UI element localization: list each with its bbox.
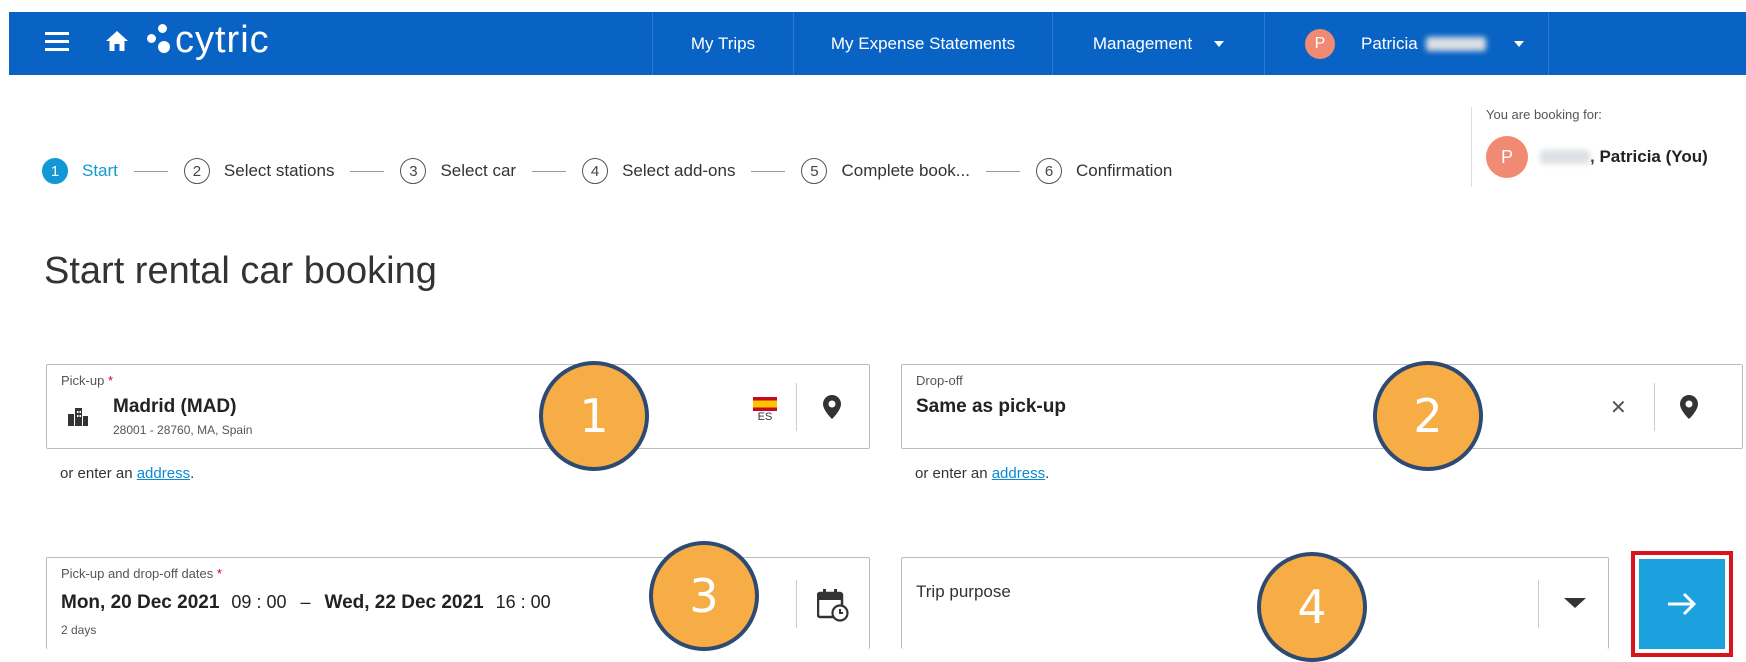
annotation-marker-2: 2 — [1373, 361, 1483, 471]
blurred-surname — [1425, 36, 1486, 51]
step-2-label: Select stations — [223, 161, 335, 180]
step-3-label: Select car — [440, 161, 517, 180]
user-menu-dropdown[interactable]: P Patricia — [1264, 12, 1549, 75]
step-1-number[interactable]: 1 — [42, 158, 68, 184]
chevron-down-icon[interactable] — [1564, 598, 1586, 608]
trip-duration: 2 days — [61, 623, 97, 637]
spain-flag-icon: ES — [753, 397, 777, 423]
top-navigation-bar: cytric My Trips My Expense Statements Ma… — [9, 12, 1746, 75]
step-3-number: 3 — [400, 158, 427, 184]
step-2-number: 2 — [183, 158, 210, 184]
dropoff-address-helper: or enter an address. — [915, 465, 1050, 482]
nav-my-expense-statements[interactable]: My Expense Statements — [793, 12, 1052, 75]
end-time[interactable]: 16 : 00 — [496, 592, 551, 613]
start-time[interactable]: 09 : 00 — [231, 592, 286, 613]
arrow-right-icon — [1668, 592, 1697, 616]
chevron-down-icon — [1513, 40, 1524, 47]
field-divider — [1654, 383, 1655, 431]
step-divider — [751, 170, 786, 172]
booking-for-panel: You are booking for: P , Patricia (You) — [1471, 107, 1708, 187]
step-1-label[interactable]: Start — [82, 161, 118, 181]
blurred-surname — [1540, 150, 1590, 164]
nav-my-trips-label: My Trips — [690, 33, 756, 53]
start-date[interactable]: Mon, 20 Dec 2021 — [61, 592, 219, 614]
end-date[interactable]: Wed, 22 Dec 2021 — [324, 592, 483, 614]
page-title: Start rental car booking — [44, 250, 437, 292]
trip-purpose-select[interactable]: Trip purpose — [901, 557, 1609, 649]
step-divider — [532, 170, 567, 172]
step-4-label: Select add-ons — [622, 161, 736, 180]
booking-stepper: 1 Start 2 Select stations 3 Select car 4… — [42, 156, 1172, 186]
calendar-clock-icon[interactable] — [817, 588, 849, 622]
chevron-down-icon — [1214, 40, 1225, 47]
dropoff-field[interactable]: Drop-off Same as pick-up ✕ — [901, 364, 1743, 449]
traveler-name: , Patricia (You) — [1590, 147, 1708, 166]
cytric-logo[interactable]: cytric — [147, 19, 270, 62]
step-5-label: Complete book... — [841, 161, 970, 180]
dates-label: Pick-up and drop-off dates * — [61, 566, 222, 581]
pickup-location-detail: 28001 - 28760, MA, Spain — [113, 423, 253, 437]
step-4-number: 4 — [582, 158, 609, 184]
clear-icon[interactable]: ✕ — [1610, 395, 1627, 420]
map-pin-icon[interactable] — [1680, 395, 1698, 419]
field-divider — [1538, 580, 1539, 628]
pickup-address-link[interactable]: address — [137, 465, 190, 482]
nav-management-label: Management — [1092, 33, 1193, 53]
step-5-number: 5 — [801, 158, 828, 184]
user-avatar: P — [1305, 28, 1335, 59]
field-divider — [796, 580, 797, 628]
pickup-field[interactable]: Pick-up * Madrid (MAD) 28001 - 28760, MA… — [46, 364, 870, 449]
date-range: Mon, 20 Dec 2021 09 : 00 – Wed, 22 Dec 2… — [61, 592, 551, 614]
pickup-address-helper: or enter an address. — [60, 465, 195, 482]
hamburger-menu-icon[interactable] — [45, 32, 69, 52]
dropoff-label: Drop-off — [916, 373, 963, 388]
dropoff-location-value: Same as pick-up — [916, 396, 1066, 417]
brand-name: cytric — [175, 19, 270, 61]
user-name: Patricia — [1361, 33, 1418, 53]
nav-expense-label: My Expense Statements — [830, 33, 1016, 53]
annotation-marker-3: 3 — [649, 541, 759, 651]
dropoff-address-link[interactable]: address — [992, 465, 1045, 482]
step-divider — [133, 170, 168, 172]
field-divider — [796, 383, 797, 431]
city-icon — [68, 408, 88, 426]
nav-my-trips[interactable]: My Trips — [652, 12, 793, 75]
continue-button[interactable] — [1631, 551, 1733, 657]
cytric-logo-icon — [147, 24, 171, 54]
country-code: ES — [757, 411, 773, 423]
booking-for-traveler[interactable]: P , Patricia (You) — [1486, 136, 1708, 178]
nav-management-dropdown[interactable]: Management — [1052, 12, 1264, 75]
date-dash: – — [300, 592, 311, 612]
step-divider — [350, 170, 385, 172]
pickup-label: Pick-up * — [61, 373, 114, 388]
trip-purpose-placeholder: Trip purpose — [916, 582, 1011, 601]
step-divider — [985, 170, 1020, 172]
step-6-number: 6 — [1035, 158, 1062, 184]
map-pin-icon[interactable] — [823, 395, 841, 419]
booking-for-caption: You are booking for: — [1486, 107, 1602, 122]
step-6-label: Confirmation — [1075, 161, 1173, 180]
pickup-location-value: Madrid (MAD) — [113, 396, 237, 417]
traveler-avatar: P — [1486, 136, 1528, 178]
annotation-marker-4: 4 — [1257, 552, 1367, 662]
annotation-marker-1: 1 — [539, 361, 649, 471]
home-icon[interactable] — [105, 30, 129, 52]
